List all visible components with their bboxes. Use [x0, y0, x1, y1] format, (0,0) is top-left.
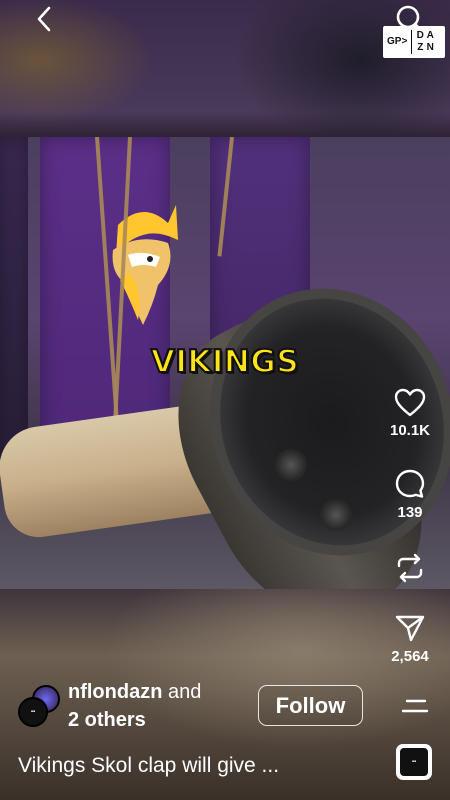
repost-arrows-icon [397, 553, 423, 583]
dazn-logo: D A Z N [411, 30, 435, 54]
author-names[interactable]: nflondazn and 2 others [68, 678, 201, 734]
nfl-dazn-logo: GP> D A Z N [383, 26, 445, 58]
post-caption[interactable]: Vikings Skol clap will give ... [18, 752, 279, 780]
share-button[interactable]: 2,564 [380, 612, 440, 665]
vikings-logo-icon [112, 205, 178, 325]
share-count: 2,564 [391, 648, 429, 665]
dazn-logo-icon: ▪▪ [400, 748, 428, 776]
comment-bubble-icon [395, 469, 425, 498]
avatar: ▪▪ [18, 697, 48, 727]
comment-count: 139 [397, 504, 423, 521]
audio-track-thumbnail[interactable]: ▪▪ [396, 744, 432, 780]
dazn-letter: D [416, 30, 424, 41]
comment-button[interactable]: 139 [380, 468, 440, 521]
remix-button[interactable] [380, 552, 440, 584]
reel-screen: VIKINGS GP> D A Z N 10.1K 139 2,564 ▪▪ n… [0, 0, 450, 800]
menu-lines-icon[interactable] [400, 696, 430, 716]
background-banner [0, 137, 28, 467]
speaker [320, 499, 352, 531]
speaker [275, 449, 307, 481]
nfl-gamepass-logo: GP> [387, 36, 408, 47]
like-button[interactable]: 10.1K [380, 388, 440, 439]
video-overlay-caption: VIKINGS [150, 343, 300, 381]
dazn-letter: Z [417, 42, 424, 53]
dazn-letter: A [426, 30, 434, 41]
like-count: 10.1K [389, 422, 431, 439]
follow-button[interactable]: Follow [258, 685, 363, 726]
coauthor-others[interactable]: 2 others [68, 706, 201, 734]
username[interactable]: nflondazn [68, 681, 162, 703]
dazn-letter: N [426, 42, 434, 53]
coauthor-joiner: and [168, 681, 202, 703]
back-chevron-icon[interactable] [30, 4, 60, 34]
heart-icon [394, 388, 426, 417]
author-avatars[interactable]: ▪▪ [18, 685, 62, 729]
paper-plane-icon [395, 615, 425, 642]
